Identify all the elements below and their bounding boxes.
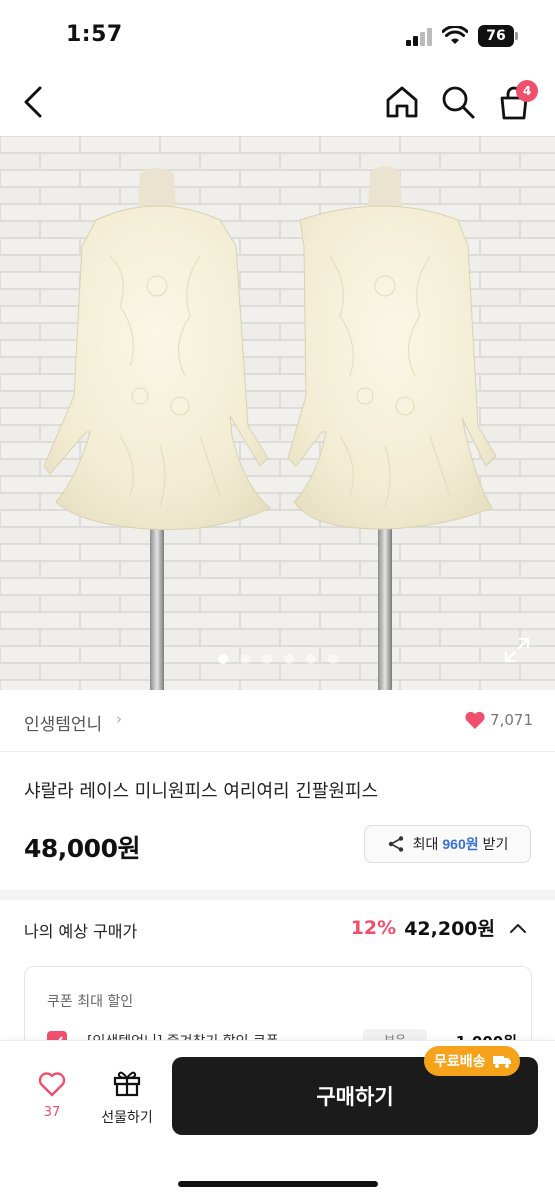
wifi-icon [442,26,468,44]
home-indicator [178,1181,378,1187]
heart-filled-icon [465,711,485,729]
product-title: 샤랄라 레이스 미니원피스 여리여리 긴팔원피스 [24,781,379,802]
gallery-pagination [0,654,555,666]
chevron-up-icon [510,923,526,933]
wishlist-count: 37 [43,1105,61,1120]
store-likes-count: 7,071 [490,711,533,729]
estimated-price-label: 나의 예상 구매가 [24,922,138,941]
pagination-dot[interactable] [261,654,272,664]
estimated-price-toggle[interactable]: 12% 42,200원 [351,914,529,941]
search-icon[interactable] [440,84,476,120]
gift-icon [113,1071,141,1097]
product-image-gallery[interactable] [0,136,555,690]
chevron-right-icon: › [116,710,122,728]
share-icon [388,836,403,852]
discount-percent: 12% [350,916,397,939]
cart-count-badge: 4 [516,80,538,102]
pagination-dot[interactable] [217,654,228,664]
share-prefix: 최대 [412,836,439,852]
estimated-price-amount: 42,200원 [404,918,495,940]
battery-level: 76 [478,25,514,47]
product-price: 48,000원 [24,834,140,863]
truck-icon [492,1056,511,1068]
coupon-title: 쿠폰 최대 할인 [47,994,134,1010]
top-nav: 4 [0,70,555,136]
free-shipping-badge: 무료배송 [424,1046,520,1076]
gift-label: 선물하기 [101,1110,153,1126]
wishlist-button[interactable]: 37 [30,1071,74,1131]
pagination-dot[interactable] [305,654,316,664]
status-bar: 1:57 76 [0,0,555,70]
pagination-dot[interactable] [327,654,338,664]
heart-outline-icon [38,1072,66,1097]
store-likes[interactable]: 7,071 [464,710,533,730]
product-photo [0,136,555,690]
battery-icon: 76 [478,25,518,47]
section-divider [0,890,555,900]
share-reward-button[interactable]: 최대 960원 받기 [364,825,531,863]
fullscreen-expand-icon[interactable] [503,636,531,664]
cart-button[interactable]: 4 [496,80,538,122]
pagination-dot[interactable] [239,654,250,664]
pagination-dot[interactable] [283,654,294,664]
free-shipping-label: 무료배송 [434,1054,486,1070]
cellular-signal-icon [406,28,432,46]
home-icon[interactable] [383,84,421,120]
store-name-link[interactable]: 인생템언니 [24,710,102,735]
share-amount: 960원 [442,836,479,852]
gift-button[interactable]: 선물하기 [92,1069,162,1131]
share-suffix: 받기 [482,836,509,852]
back-arrow-icon[interactable] [18,82,50,122]
store-row: 인생템언니 › 7,071 [0,690,555,752]
status-time: 1:57 [66,22,123,47]
